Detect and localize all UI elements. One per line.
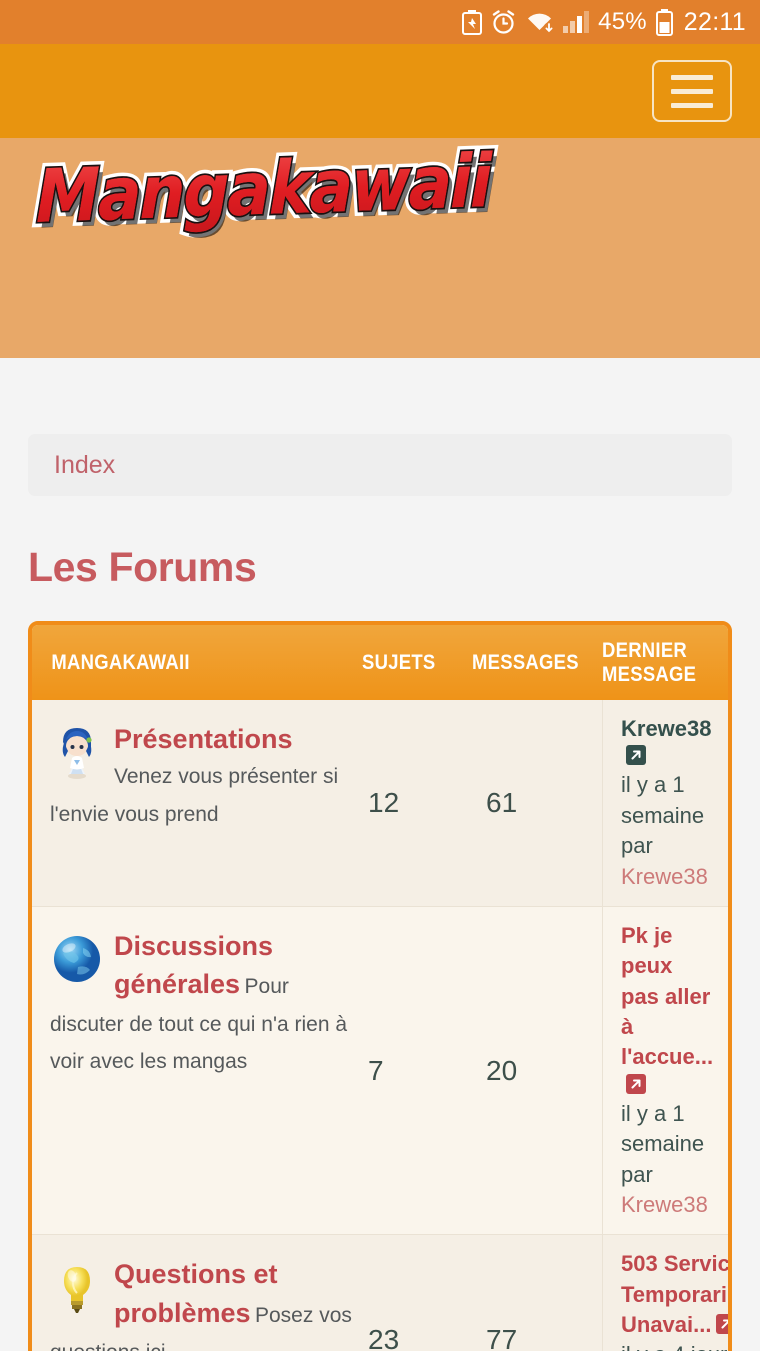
last-message-author-link[interactable]: Krewe38 (621, 1192, 708, 1217)
site-banner: Mangakawaii Mangakawaii Mangakawaii (0, 138, 760, 358)
battery-saver-icon (462, 9, 483, 35)
table-row: Questions et problèmes Posez vos questio… (32, 1235, 728, 1351)
forum-name-cell: Discussions générales Pour discuter de t… (32, 907, 362, 1234)
external-link-icon[interactable] (625, 1073, 647, 1095)
page-content: Index Les Forums MANGAKAWAII SUJETS MESS… (0, 434, 760, 1351)
column-header-last-message: DERNIER MESSAGE (602, 639, 697, 686)
lightbulb-icon (50, 1259, 104, 1317)
external-link-icon[interactable] (625, 744, 647, 766)
topics-count: 23 (368, 1324, 400, 1351)
last-message-time: il y a 4 jours (621, 1342, 728, 1351)
topics-count: 12 (368, 786, 400, 818)
messages-count: 77 (486, 1324, 518, 1351)
cell-signal-icon (563, 9, 590, 35)
last-message-cell: 503 Service Temporarily Unavai... il y a… (602, 1235, 728, 1351)
last-message-title-link[interactable]: Pk je peux pas aller à l'accue... (621, 923, 713, 1069)
last-message-by-label: par (621, 833, 653, 859)
external-link-icon[interactable] (715, 1313, 728, 1335)
forum-link[interactable]: Questions et problèmes (114, 1259, 278, 1327)
column-header-messages: MESSAGES (472, 650, 579, 674)
table-row: Présentations Venez vous présenter si l'… (32, 700, 728, 907)
forum-name-cell: Présentations Venez vous présenter si l'… (32, 700, 362, 906)
chibi-blue-hair-character-icon (50, 724, 104, 782)
wifi-icon (525, 9, 555, 35)
hamburger-line (671, 102, 713, 108)
forum-name-cell: Questions et problèmes Posez vos questio… (32, 1235, 362, 1351)
column-header-topics: SUJETS (362, 650, 436, 674)
topics-count: 7 (368, 1054, 384, 1086)
last-message-by-label: par (621, 1161, 653, 1187)
top-navbar (0, 44, 760, 138)
last-message-time: il y a 1 semaine (621, 772, 705, 828)
last-message-title-link[interactable]: Krewe38 (621, 716, 712, 741)
site-logo[interactable]: Mangakawaii (36, 138, 490, 240)
blue-globe-icon (50, 931, 104, 989)
breadcrumb: Index (28, 434, 732, 496)
forum-category-table: MANGAKAWAII SUJETS MESSAGES DERNIER MESSA… (28, 621, 732, 1351)
battery-percent-label: 45% (598, 8, 647, 35)
messages-count: 20 (486, 1054, 518, 1086)
alarm-icon (491, 9, 516, 35)
hamburger-menu-icon[interactable] (652, 60, 732, 122)
column-header-category: MANGAKAWAII (51, 650, 190, 674)
page-title: Les Forums (28, 544, 257, 590)
forum-link[interactable]: Présentations (114, 724, 293, 754)
breadcrumb-item-index[interactable]: Index (54, 451, 115, 480)
status-clock: 22:11 (683, 7, 746, 36)
last-message-author-link[interactable]: Krewe38 (621, 864, 708, 889)
table-row: Discussions générales Pour discuter de t… (32, 906, 728, 1236)
table-header-row: MANGAKAWAII SUJETS MESSAGES DERNIER MESSA… (32, 625, 728, 701)
last-message-cell: Pk je peux pas aller à l'accue... il y a… (602, 906, 728, 1235)
status-bar: 45% 22:11 (0, 0, 760, 44)
messages-count: 61 (486, 786, 518, 818)
battery-icon (655, 8, 673, 36)
hamburger-line (671, 74, 713, 80)
hamburger-line (671, 88, 713, 94)
last-message-cell: Krewe38 il y a 1 semaine par Krewe38 (602, 700, 728, 906)
last-message-time: il y a 1 semaine (621, 1100, 705, 1157)
